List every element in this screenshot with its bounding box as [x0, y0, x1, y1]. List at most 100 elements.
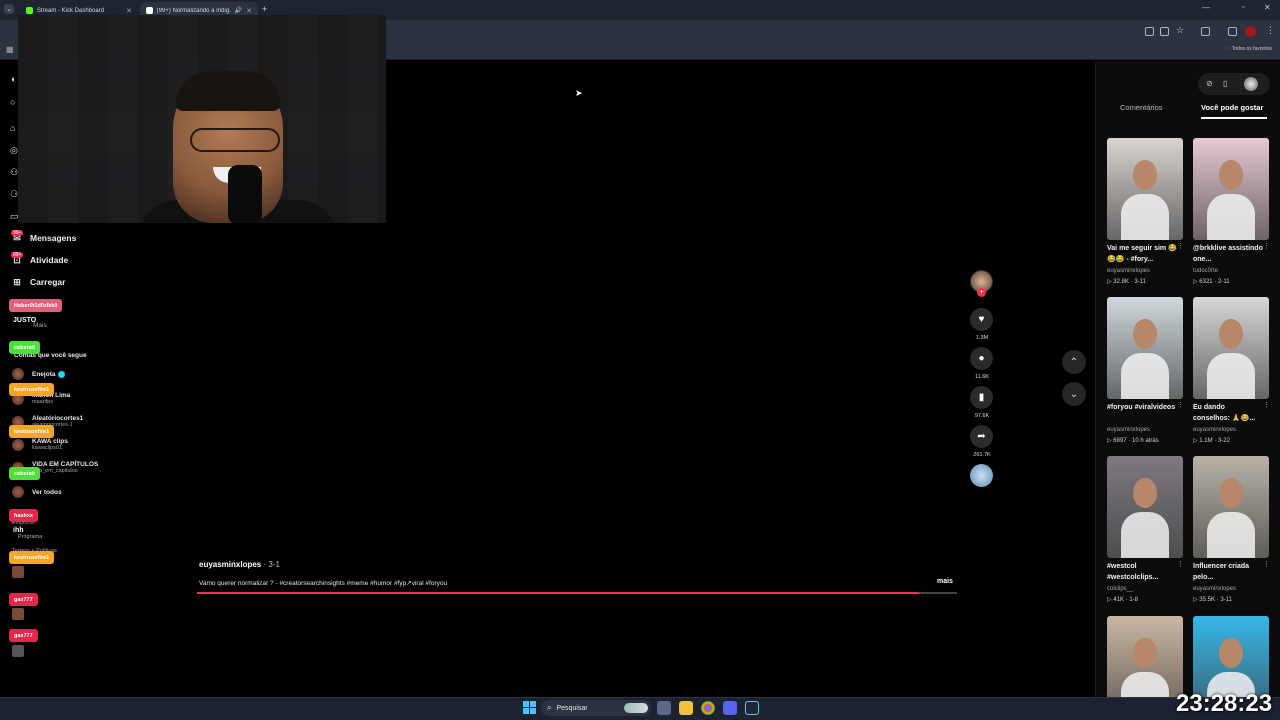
cast-icon[interactable]	[1160, 27, 1169, 36]
video-author[interactable]: tudoc0rte	[1193, 268, 1218, 274]
following-account[interactable]: KAWA clips kawaclips01	[12, 438, 68, 451]
star-icon[interactable]: ☆	[1176, 25, 1184, 36]
file-explorer-icon[interactable]	[679, 701, 693, 715]
post-date: 3-1	[268, 560, 280, 569]
more-options-icon[interactable]: ⋮	[1263, 242, 1270, 250]
video-title[interactable]: Vai me seguir sim 😂😂😂 - #fory...	[1107, 243, 1177, 265]
chrome-icon[interactable]	[701, 701, 715, 715]
video-title[interactable]: Eu dando conselhos: 🙏😂...	[1193, 402, 1263, 424]
minimize-button[interactable]: —	[1202, 3, 1210, 12]
windows-start-icon[interactable]	[523, 701, 536, 714]
bookmark-icon: ▮	[978, 392, 985, 403]
webcam-overlay	[18, 15, 386, 223]
menu-icon[interactable]: ⋮	[1266, 25, 1275, 36]
close-window-button[interactable]: ✕	[1264, 3, 1271, 12]
following-account[interactable]: Enejota	[12, 368, 66, 380]
stream-clock: 23:28:23	[1176, 690, 1273, 717]
more-options-icon[interactable]: ⋮	[1177, 560, 1184, 568]
video-title[interactable]: #foryou #viralvideos	[1107, 402, 1177, 413]
tab-comments[interactable]: Comentários	[1120, 103, 1163, 112]
post-age: 3-22	[1217, 438, 1230, 444]
restore-button[interactable]: ▫	[1242, 4, 1244, 11]
previous-video-button[interactable]: ⌃	[1062, 350, 1086, 374]
video-thumbnail[interactable]	[1107, 138, 1183, 240]
video-author[interactable]: euyasminxlopes	[1107, 427, 1150, 433]
share-count: 261.7K	[973, 452, 991, 458]
video-thumbnail[interactable]	[1193, 138, 1269, 240]
more-options-icon[interactable]: ⋮	[1263, 401, 1270, 409]
cast-icon[interactable]: ⊘	[1206, 79, 1213, 88]
see-all-link[interactable]: Ver todos	[12, 486, 62, 498]
video-thumbnail[interactable]	[1193, 297, 1269, 399]
user-avatar[interactable]	[1244, 77, 1258, 91]
video-title[interactable]: Influencer criada pelo...	[1193, 561, 1263, 583]
comment-count: 11.6K	[975, 374, 989, 380]
close-icon[interactable]: ✕	[246, 7, 252, 15]
video-thumbnail[interactable]	[1193, 456, 1269, 558]
explore-icon[interactable]: ◎	[10, 145, 20, 155]
video-author[interactable]: colclips__	[1107, 586, 1133, 592]
taskbar-search[interactable]: ⌕ Pesquisar	[541, 700, 651, 716]
video-thumbnail[interactable]	[1107, 456, 1183, 558]
tab-search-icon[interactable]: ⌄	[4, 4, 14, 14]
video-author[interactable]: euyasminxlopes	[1193, 427, 1236, 433]
task-view-icon[interactable]	[657, 701, 671, 715]
steam-icon[interactable]	[745, 701, 759, 715]
translate-icon[interactable]	[1145, 27, 1154, 36]
author-username: euyasminxlopes	[199, 560, 262, 569]
thumbnail-person	[1133, 478, 1157, 508]
chat-emote	[12, 645, 24, 657]
account-name: Enejota	[32, 370, 56, 378]
video-author[interactable]: euyasminxlopes	[1193, 586, 1236, 592]
tab-title: (99+) Normalizando a Indig...	[156, 7, 231, 14]
following-icon[interactable]: ⚇	[10, 167, 20, 177]
tab-you-may-like[interactable]: Você pode gostar	[1201, 103, 1263, 112]
comment-icon: ●	[978, 353, 985, 364]
home-icon[interactable]: ⌂	[10, 123, 20, 133]
upload-icon: ⊞	[13, 276, 21, 287]
apps-icon[interactable]: ▦	[6, 45, 14, 54]
save-button[interactable]: ▮	[970, 386, 993, 409]
live-icon[interactable]: ▭	[10, 211, 20, 221]
footer-program-link[interactable]: Programa	[18, 534, 42, 540]
more-options-icon[interactable]: ⋮	[1177, 401, 1184, 409]
profile-avatar[interactable]	[1245, 26, 1256, 37]
friends-icon[interactable]: ⚆	[10, 189, 20, 199]
view-count: 6321	[1199, 279, 1213, 285]
media-icon[interactable]	[1228, 27, 1237, 36]
more-options-icon[interactable]: ⋮	[1177, 242, 1184, 250]
close-icon[interactable]: ✕	[126, 7, 132, 15]
video-thumbnail[interactable]	[1107, 297, 1183, 399]
chat-emote	[12, 566, 24, 578]
video-title[interactable]: @brkklive assistindo one...	[1193, 243, 1263, 265]
video-caption: Vamo querer normalizar ? - #creatorsearc…	[199, 580, 448, 587]
more-options-icon[interactable]: ⋮	[1263, 560, 1270, 568]
speaker-icon[interactable]: 🔊	[235, 7, 242, 14]
thumbnail-person	[1219, 638, 1243, 668]
video-title[interactable]: #westcol #westcolclips...	[1107, 561, 1177, 583]
next-video-button[interactable]: ⌄	[1062, 382, 1086, 406]
like-button[interactable]: ♥	[970, 308, 993, 331]
device-icon[interactable]: ▯	[1223, 79, 1227, 88]
extensions-icon[interactable]	[1201, 27, 1210, 36]
post-age: 3-11	[1134, 279, 1146, 285]
new-tab-button[interactable]: +	[262, 4, 267, 14]
all-bookmarks-link[interactable]: 🗀 Todos os favoritos	[1225, 46, 1272, 54]
verified-icon	[58, 370, 66, 378]
discord-icon[interactable]	[723, 701, 737, 715]
tab-title: Stream - Kick Dashboard	[37, 7, 105, 14]
comment-button[interactable]: ●	[970, 347, 993, 370]
follow-plus-icon[interactable]: +	[977, 288, 986, 297]
video-progress-fill	[197, 592, 919, 594]
tiktok-favicon-icon	[146, 7, 153, 14]
caption-more-button[interactable]: mais	[937, 578, 953, 585]
tiktok-logo-icon[interactable]: ◖	[10, 74, 20, 84]
share-button[interactable]: ➦	[970, 425, 993, 448]
nav-upload[interactable]: ⊞ Carregar	[12, 276, 65, 288]
search-icon[interactable]: ○	[10, 97, 20, 107]
view-count: 6897	[1113, 438, 1127, 444]
video-author[interactable]: euyasminxlopes · 3-1	[199, 560, 280, 569]
video-author[interactable]: euyasminxlopes	[1107, 268, 1150, 274]
music-disc-icon[interactable]	[970, 464, 993, 487]
thumbnail-person-body	[1207, 353, 1255, 399]
